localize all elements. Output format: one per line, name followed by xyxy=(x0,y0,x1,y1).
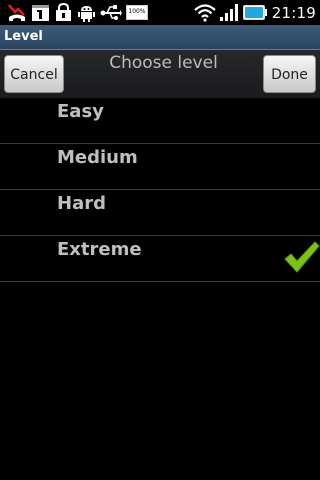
level-item-medium[interactable]: Medium xyxy=(0,144,320,190)
level-label: Medium xyxy=(57,147,138,168)
usb-icon xyxy=(100,5,122,20)
missed-call-icon xyxy=(8,4,25,21)
calendar-icon xyxy=(32,5,49,21)
level-item-easy[interactable]: Easy xyxy=(0,98,320,144)
level-label: Hard xyxy=(57,193,106,214)
notification-icons: 100% xyxy=(7,3,148,22)
level-item-extreme[interactable]: Extreme xyxy=(0,236,320,282)
done-button[interactable]: Done xyxy=(263,55,316,93)
app-title: Level xyxy=(4,29,43,44)
level-item-hard[interactable]: Hard xyxy=(0,190,320,236)
title-bar: Level xyxy=(0,25,320,50)
wifi-icon xyxy=(194,4,216,22)
android-debug-icon xyxy=(78,6,95,22)
level-label: Easy xyxy=(57,101,104,122)
battery-level-icon: 100% xyxy=(126,5,148,20)
level-list: Easy Medium Hard Extreme xyxy=(0,98,320,282)
status-bar: 100% 21:19 xyxy=(0,0,320,25)
battery-icon xyxy=(242,5,267,20)
level-label: Extreme xyxy=(57,239,142,260)
header-title: Choose level xyxy=(109,53,218,73)
lock-icon xyxy=(56,3,71,21)
header: Cancel Choose level Done xyxy=(0,50,320,98)
screen: 100% 21:19 Level Cancel Choose level Don… xyxy=(0,0,320,480)
cancel-button[interactable]: Cancel xyxy=(4,55,64,93)
clock: 21:19 xyxy=(271,3,316,22)
battery-percent-label: 100% xyxy=(128,8,146,15)
system-icons: 21:19 xyxy=(194,2,316,23)
checkmark-icon xyxy=(284,241,320,273)
signal-icon xyxy=(219,4,238,21)
